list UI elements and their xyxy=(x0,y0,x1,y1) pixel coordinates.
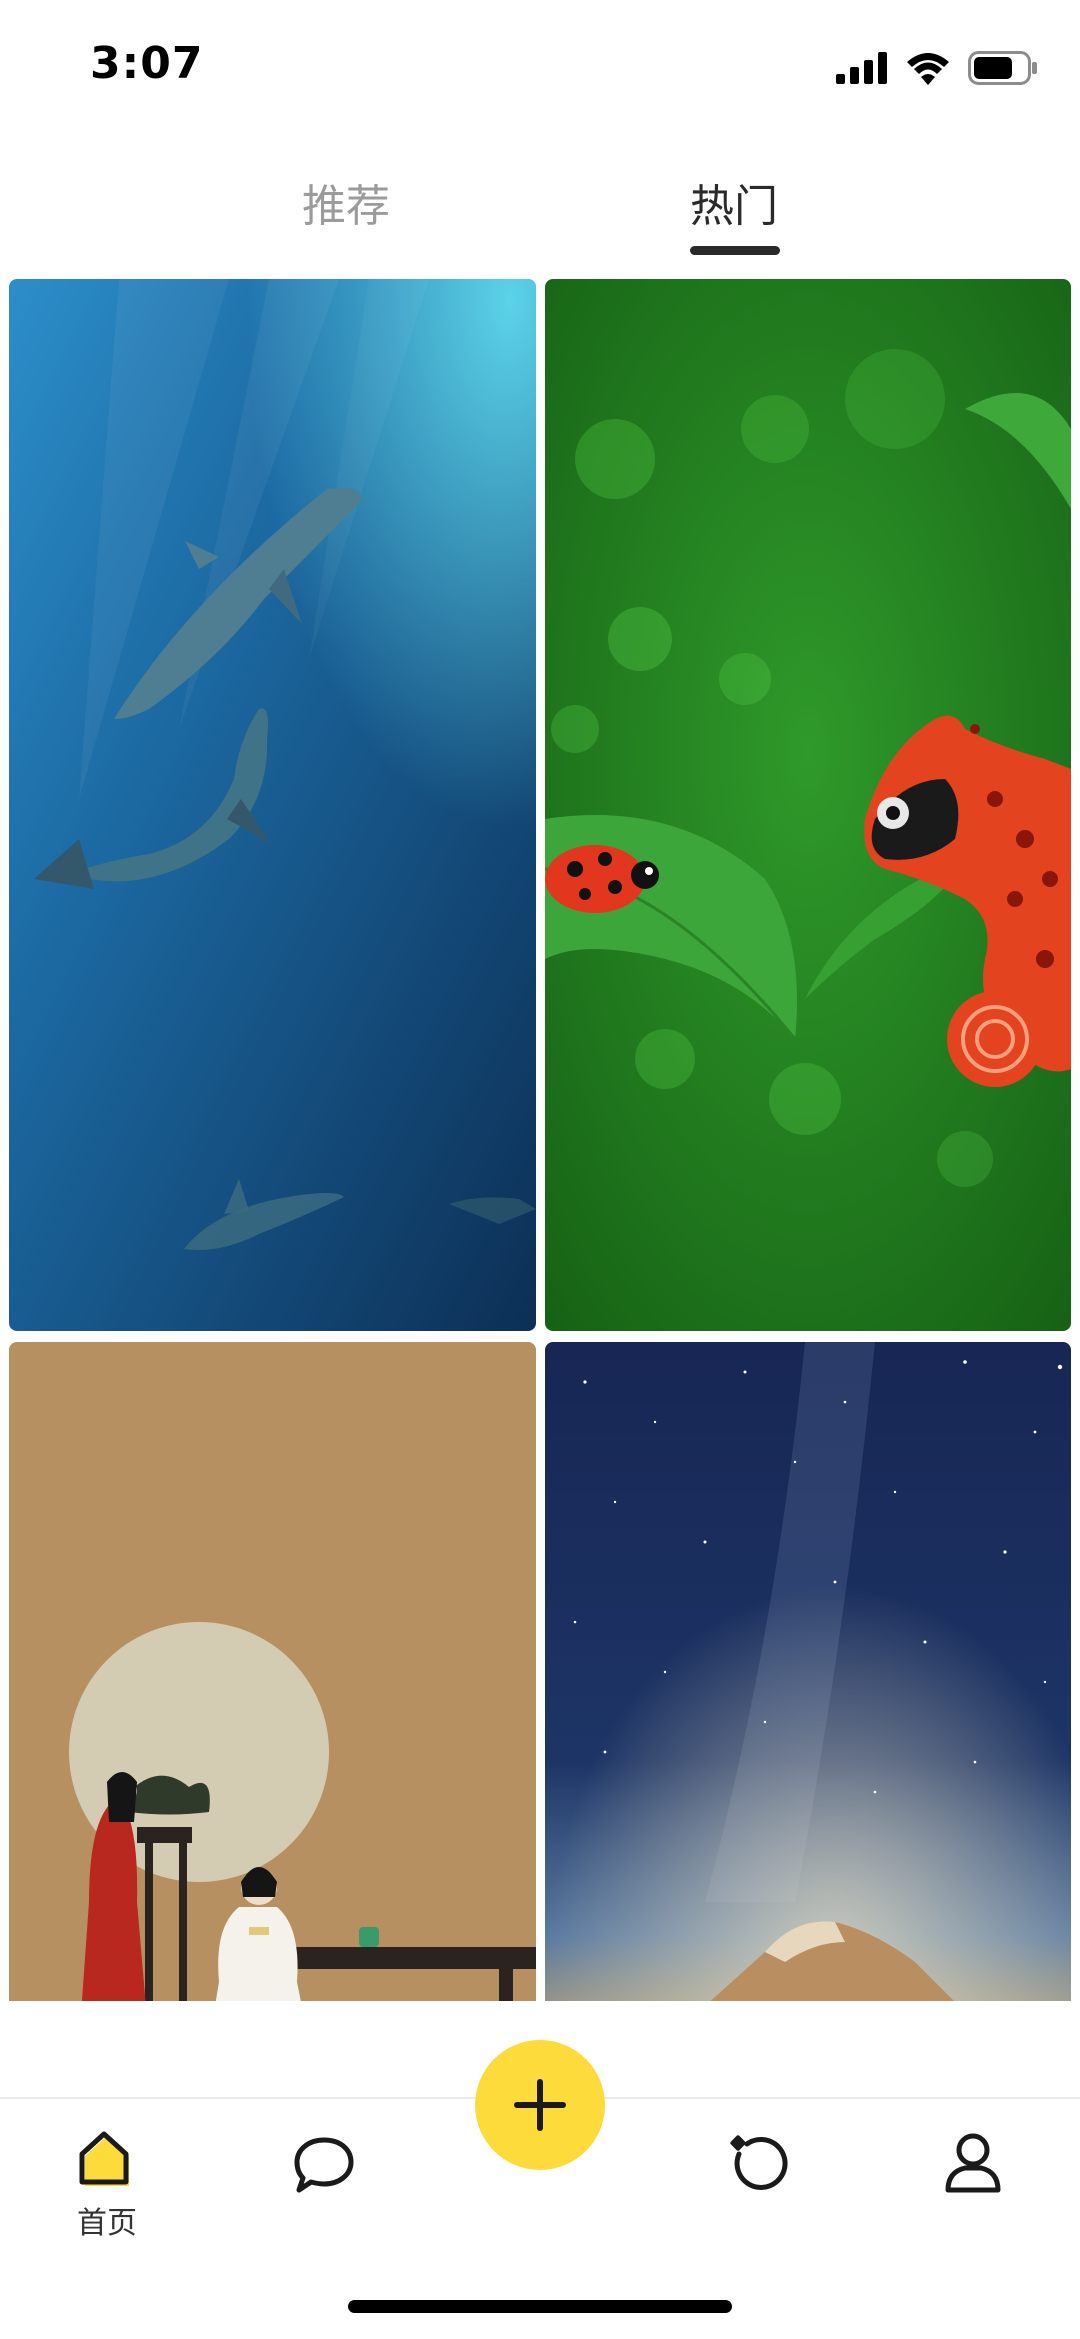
chat-bubble-icon xyxy=(294,2137,354,2193)
ancient-couple-image xyxy=(9,1342,536,2001)
status-bar: 3:07 xyxy=(0,0,1080,130)
plus-icon xyxy=(514,2079,566,2131)
home-indicator xyxy=(348,2300,732,2313)
cellular-signal-icon xyxy=(836,52,887,84)
wallpaper-grid xyxy=(0,279,1080,2001)
profile-icon xyxy=(945,2133,1001,2193)
tab-recommend[interactable]: 推荐 xyxy=(302,170,390,234)
chameleon-image xyxy=(545,279,1071,1331)
discover-icon xyxy=(730,2135,788,2190)
nav-home-label: 首页 xyxy=(77,2206,137,2241)
status-icons xyxy=(836,48,1038,88)
nav-home[interactable]: 首页 xyxy=(42,2130,172,2250)
milky-way-image xyxy=(545,1342,1071,2001)
status-time: 3:07 xyxy=(90,38,204,89)
dolphins-image xyxy=(9,279,536,1331)
wifi-icon xyxy=(907,53,949,85)
wallpaper-card-chameleon[interactable] xyxy=(545,279,1071,1331)
nav-discover[interactable] xyxy=(692,2130,822,2250)
wallpaper-card-ancient-couple[interactable] xyxy=(9,1342,536,2001)
create-post-button[interactable] xyxy=(475,2040,605,2170)
tab-hot[interactable]: 热门 xyxy=(690,170,778,234)
feed-tabs: 推荐 热门 xyxy=(0,150,1080,260)
nav-profile[interactable] xyxy=(908,2130,1038,2250)
wallpaper-card-dolphins[interactable] xyxy=(9,279,536,1331)
tab-active-indicator xyxy=(690,246,780,255)
nav-messages[interactable] xyxy=(258,2130,388,2250)
wallpaper-card-milky-way[interactable] xyxy=(545,1342,1071,2001)
home-icon xyxy=(79,2131,129,2186)
battery-icon xyxy=(968,51,1037,85)
